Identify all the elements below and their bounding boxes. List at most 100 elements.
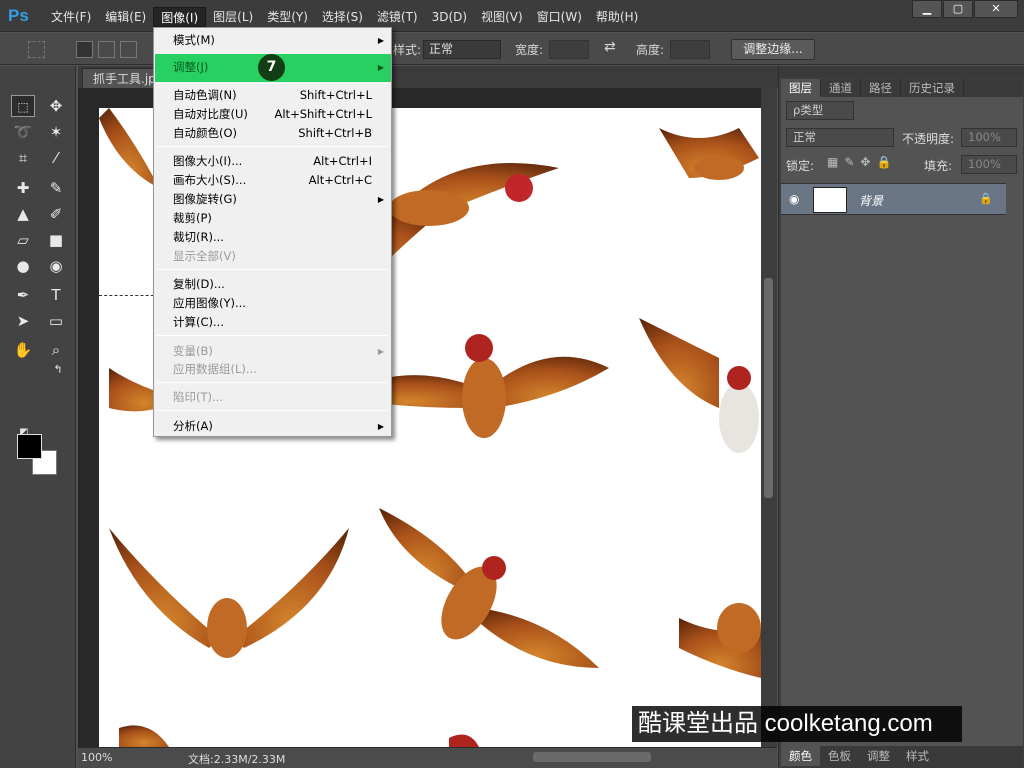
bird-3 [659,128,759,180]
lock-icons[interactable]: ▦✎✥🔒 [827,155,897,169]
swap-colors-icon[interactable]: ↰ [46,359,70,381]
refine-edge-button[interactable]: 调整边缘... [731,39,815,60]
menu-filter[interactable]: 滤镜(T) [370,7,425,27]
menu-item-auto-color[interactable]: 自动颜色(O) Shift+Ctrl+B [154,124,391,143]
layer-kind-filter[interactable]: ρ类型 [786,101,854,120]
menu-type[interactable]: 类型(Y) [260,7,315,27]
brush-icon[interactable]: ✎ [44,177,68,199]
blur-icon[interactable]: ● [11,255,35,277]
magic-wand-icon[interactable]: ✶ [44,121,68,143]
menu-item-auto-tone[interactable]: 自动色调(N) Shift+Ctrl+L [154,86,391,105]
tab-history[interactable]: 历史记录 [901,79,964,97]
menu-item-image-rotation[interactable]: 图像旋转(G) ▶ [154,190,391,209]
menu-item-auto-contrast[interactable]: 自动对比度(U) Alt+Shift+Ctrl+L [154,105,391,124]
menu-separator [157,335,388,336]
menu-window[interactable]: 窗口(W) [530,7,589,27]
crop-icon[interactable]: ⌗ [11,147,35,169]
horizontal-scroll-thumb[interactable] [533,752,651,762]
type-tool-icon[interactable]: T [44,284,68,306]
swap-icon[interactable]: ⇄ [604,39,616,55]
zoom-level[interactable]: 100% [81,751,112,764]
stamp-icon[interactable]: ▲ [11,203,35,225]
menu-item-apply-data-set: 应用数据组(L)... [173,362,257,376]
eyedropper-icon[interactable]: ⁄ [44,147,68,169]
menu-item-canvas-size[interactable]: 画布大小(S)... Alt+Ctrl+C [154,171,391,190]
tab-swatches[interactable]: 色板 [820,746,859,766]
layer-name[interactable]: 背景 [859,192,883,209]
menu-item-analysis[interactable]: 分析(A) ▶ [154,417,391,436]
zoom-tool-icon[interactable]: ⌕ [44,339,68,361]
foreground-color-swatch[interactable] [17,434,42,459]
menu-file[interactable]: 文件(F) [44,7,98,27]
menu-edit[interactable]: 编辑(E) [98,7,153,27]
lasso-icon[interactable]: ➰ [11,121,35,143]
blend-mode-select[interactable]: 正常 [786,128,894,147]
menu-item-trap: 陷印(T)... [173,390,223,404]
menu-item-reveal-all: 显示全部(V) [173,249,236,263]
maximize-button[interactable]: ▢ [943,0,973,18]
menu-item-duplicate[interactable]: 复制(D)... [154,275,391,294]
new-selection-icon[interactable] [76,41,93,58]
hand-tool-icon[interactable]: ✋ [11,339,35,361]
add-selection-icon[interactable] [98,41,115,58]
menu-item-crop[interactable]: 裁剪(P) [154,209,391,228]
dodge-icon[interactable]: ◉ [44,255,68,277]
tab-layers[interactable]: 图层 [781,79,821,97]
eraser-icon[interactable]: ▱ [11,229,35,251]
close-button[interactable]: ✕ [974,0,1018,18]
menu-item-calculations[interactable]: 计算(C)... [154,313,391,332]
tab-adjustments[interactable]: 调整 [859,746,898,766]
pen-icon[interactable]: ✒ [11,284,35,306]
gradient-icon[interactable]: ■ [44,229,68,251]
minimize-button[interactable]: ▁ [912,0,942,18]
rectangle-tool-icon[interactable]: ▭ [44,310,68,332]
opacity-label: 不透明度: [902,132,955,146]
vertical-scrollbar[interactable] [761,88,777,747]
style-select[interactable]: 正常 [423,40,501,59]
move-tool-icon[interactable]: ✥ [44,95,68,117]
tools-panel: ⬚ ✥ ➰ ✶ ⌗ ⁄ ✚ ✎ ▲ ✐ ▱ ■ ● ◉ ✒ T ➤ ▭ ✋ ⌕ … [0,66,76,768]
menu-item-mode[interactable]: 模式(M) ▶ [154,31,391,50]
menu-3d[interactable]: 3D(D) [425,7,474,27]
menu-help[interactable]: 帮助(H) [589,7,645,27]
window-controls: ▁ ▢ ✕ [911,0,1018,18]
bottom-panel-tabs: 颜色 色板 调整 样式 [781,746,1023,768]
width-field[interactable] [549,40,589,59]
tab-color[interactable]: 颜色 [781,746,820,766]
menu-item-apply-image[interactable]: 应用图像(Y)... [154,294,391,313]
tab-channels[interactable]: 通道 [821,79,861,97]
menu-view[interactable]: 视图(V) [474,7,530,27]
menu-select[interactable]: 选择(S) [315,7,370,27]
menu-separator [157,410,388,411]
height-field[interactable] [670,40,710,59]
menu-item-trim[interactable]: 裁切(R)... [154,228,391,247]
submenu-arrow-icon: ▶ [377,63,384,72]
submenu-arrow-icon: ▶ [377,347,384,356]
opacity-field[interactable]: 100% [961,128,1017,147]
tab-paths[interactable]: 路径 [861,79,901,97]
step-badge: 7 [258,54,285,81]
menu-image[interactable]: 图像(I) [153,7,207,27]
marquee-preset-icon[interactable] [28,41,45,58]
fill-field[interactable]: 100% [961,155,1017,174]
tab-styles[interactable]: 样式 [898,746,937,766]
subtract-selection-icon[interactable] [120,41,137,58]
eye-icon[interactable]: ◉ [789,192,799,206]
menu-layer[interactable]: 图层(L) [206,7,260,27]
bird-10 [119,725,479,747]
menu-separator [157,83,388,84]
layer-row-background[interactable]: ◉ 背景 🔒 [781,183,1006,215]
healing-brush-icon[interactable]: ✚ [11,177,35,199]
document-info[interactable]: 文档:2.33M/2.33M [188,751,285,767]
history-brush-icon[interactable]: ✐ [44,203,68,225]
submenu-arrow-icon: ▶ [377,422,384,431]
panel-collapse-bar[interactable] [779,66,1024,78]
menu-separator [157,382,388,383]
vertical-scroll-thumb[interactable] [764,278,773,498]
menu-item-image-size[interactable]: 图像大小(I)... Alt+Ctrl+I [154,152,391,171]
path-select-icon[interactable]: ➤ [11,310,35,332]
watermark: 酷课堂出品 coolketang.com [632,706,962,742]
rectangular-marquee-icon[interactable]: ⬚ [11,95,35,117]
menu-separator [157,269,388,270]
screen-mode-icon[interactable] [44,419,68,441]
